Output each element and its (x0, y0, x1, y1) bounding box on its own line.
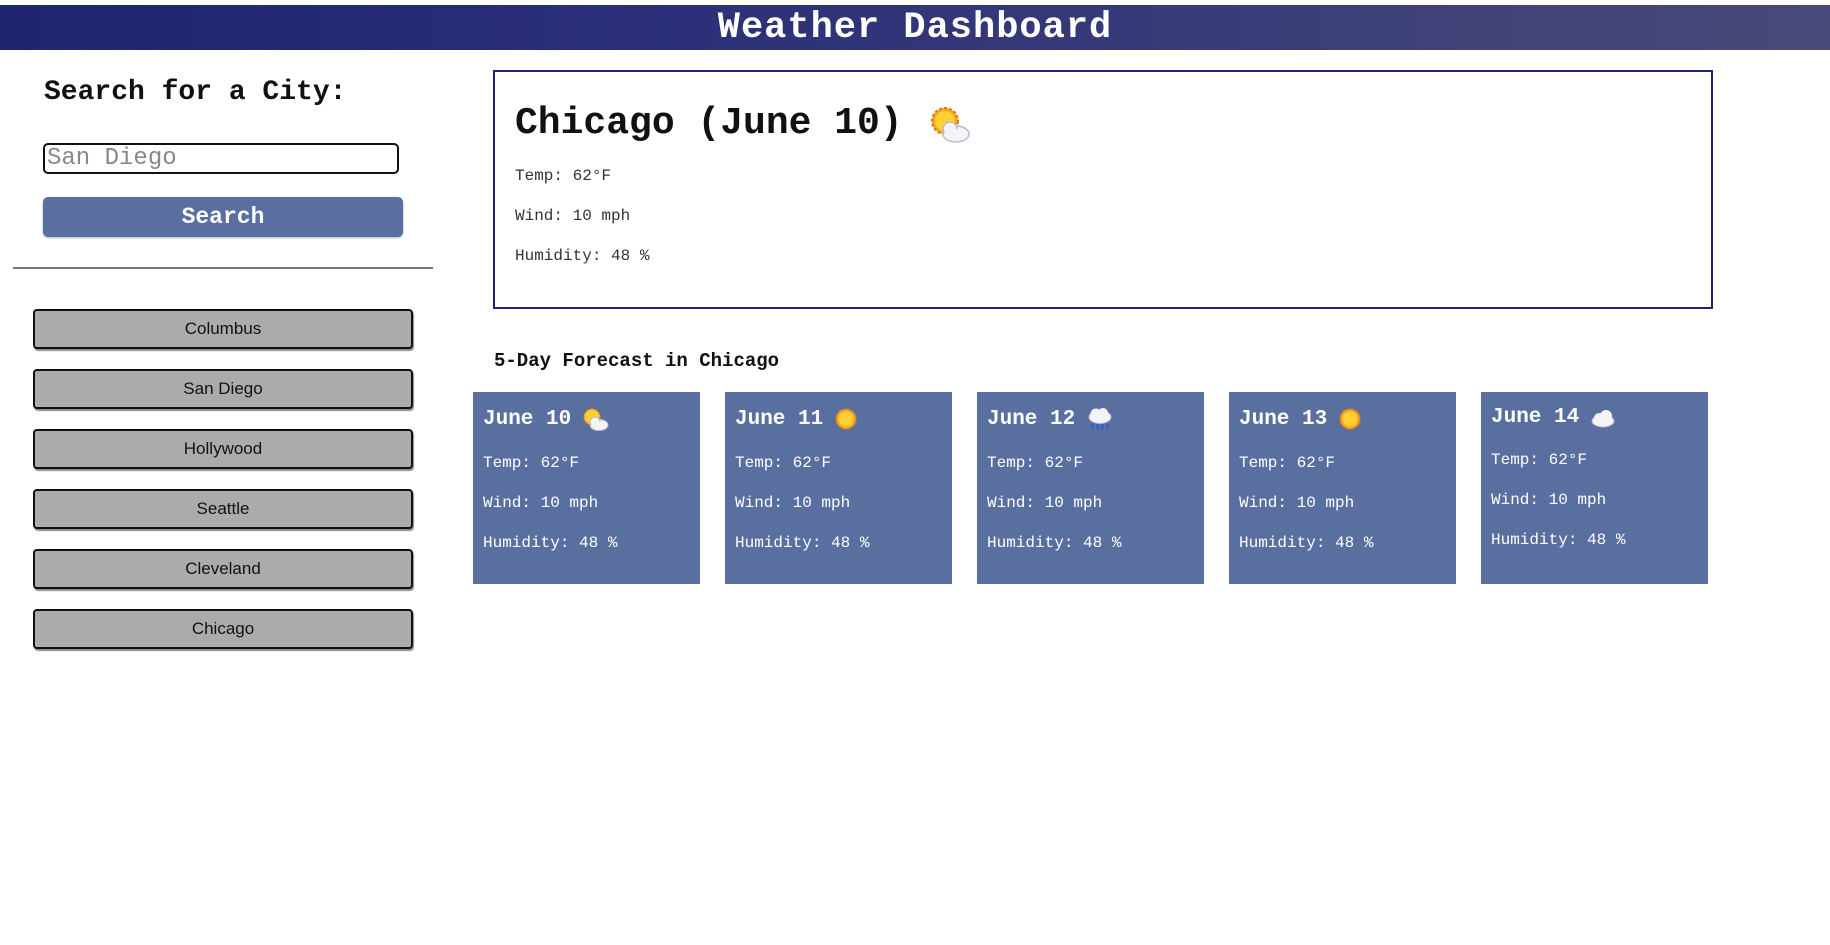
forecast-wind: Wind: 10 mph (1491, 491, 1607, 509)
forecast-humidity: Humidity: 48 % (1239, 534, 1374, 552)
forecast-date: June 12 (987, 407, 1076, 431)
forecast-temp: Temp: 62°F (987, 454, 1084, 472)
partly-cloudy-icon (581, 406, 609, 432)
forecast-wind: Wind: 10 mph (735, 494, 851, 512)
forecast-date: June 10 (483, 407, 572, 431)
history-city-button[interactable]: Hollywood (33, 429, 413, 469)
current-city-date: Chicago (June 10) (515, 102, 903, 145)
rain-cloud-icon (1085, 406, 1113, 432)
forecast-card: June 10 Temp: 62°F Wind: 10 mph Humidity… (473, 392, 700, 584)
current-wind: Wind: 10 mph (515, 207, 631, 225)
current-temp: Temp: 62°F (515, 167, 612, 185)
forecast-temp: Temp: 62°F (1491, 451, 1588, 469)
search-sidebar: Search for a City: Search Columbus San D… (0, 50, 440, 650)
forecast-wind: Wind: 10 mph (483, 494, 599, 512)
forecast-humidity: Humidity: 48 % (987, 534, 1122, 552)
forecast-card-title: June 12 (987, 406, 1194, 432)
city-search-input[interactable] (43, 143, 399, 174)
history-city-button[interactable]: San Diego (33, 369, 413, 409)
history-city-button[interactable]: Columbus (33, 309, 413, 349)
page-title: Weather Dashboard (717, 6, 1113, 49)
forecast-date: June 14 (1491, 406, 1580, 429)
forecast-humidity: Humidity: 48 % (483, 534, 618, 552)
sun-icon (1337, 406, 1363, 432)
app-header: Weather Dashboard (0, 5, 1830, 50)
current-weather-title: Chicago (June 10) (515, 102, 1691, 145)
history-city-button[interactable]: Chicago (33, 609, 413, 649)
forecast-heading: 5-Day Forecast in Chicago (494, 350, 780, 372)
search-history-list: Columbus San Diego Hollywood Seattle Cle… (33, 309, 413, 669)
forecast-card-title: June 10 (483, 406, 690, 432)
forecast-card: June 13 Temp: 62°F Wind: 10 mph Humidity… (1229, 392, 1456, 584)
sidebar-divider (13, 267, 433, 269)
forecast-temp: Temp: 62°F (735, 454, 832, 472)
forecast-wind: Wind: 10 mph (987, 494, 1103, 512)
forecast-card: June 11 Temp: 62°F Wind: 10 mph Humidity… (725, 392, 952, 584)
search-title: Search for a City: (44, 77, 347, 108)
forecast-date: June 13 (1239, 407, 1328, 431)
forecast-humidity: Humidity: 48 % (735, 534, 870, 552)
cloud-icon (1589, 407, 1617, 429)
history-city-button[interactable]: Seattle (33, 489, 413, 529)
forecast-temp: Temp: 62°F (483, 454, 580, 472)
forecast-card: June 14 Temp: 62°F Wind: 10 mph Humidity… (1481, 392, 1708, 584)
forecast-temp: Temp: 62°F (1239, 454, 1336, 472)
forecast-card: June 12 Temp: 62°F Wind: 10 mph Humidity… (977, 392, 1204, 584)
history-city-button[interactable]: Cleveland (33, 549, 413, 589)
current-weather-panel: Chicago (June 10) Temp: 62°F Wind: 10 mp… (493, 70, 1713, 309)
forecast-wind: Wind: 10 mph (1239, 494, 1355, 512)
search-button[interactable]: Search (43, 197, 403, 237)
sun-icon (833, 406, 859, 432)
forecast-card-title: June 14 (1491, 406, 1698, 429)
forecast-humidity: Humidity: 48 % (1491, 531, 1626, 549)
partly-cloudy-icon (927, 104, 973, 144)
current-humidity: Humidity: 48 % (515, 247, 650, 265)
forecast-date: June 11 (735, 407, 824, 431)
forecast-card-title: June 13 (1239, 406, 1446, 432)
forecast-card-title: June 11 (735, 406, 942, 432)
